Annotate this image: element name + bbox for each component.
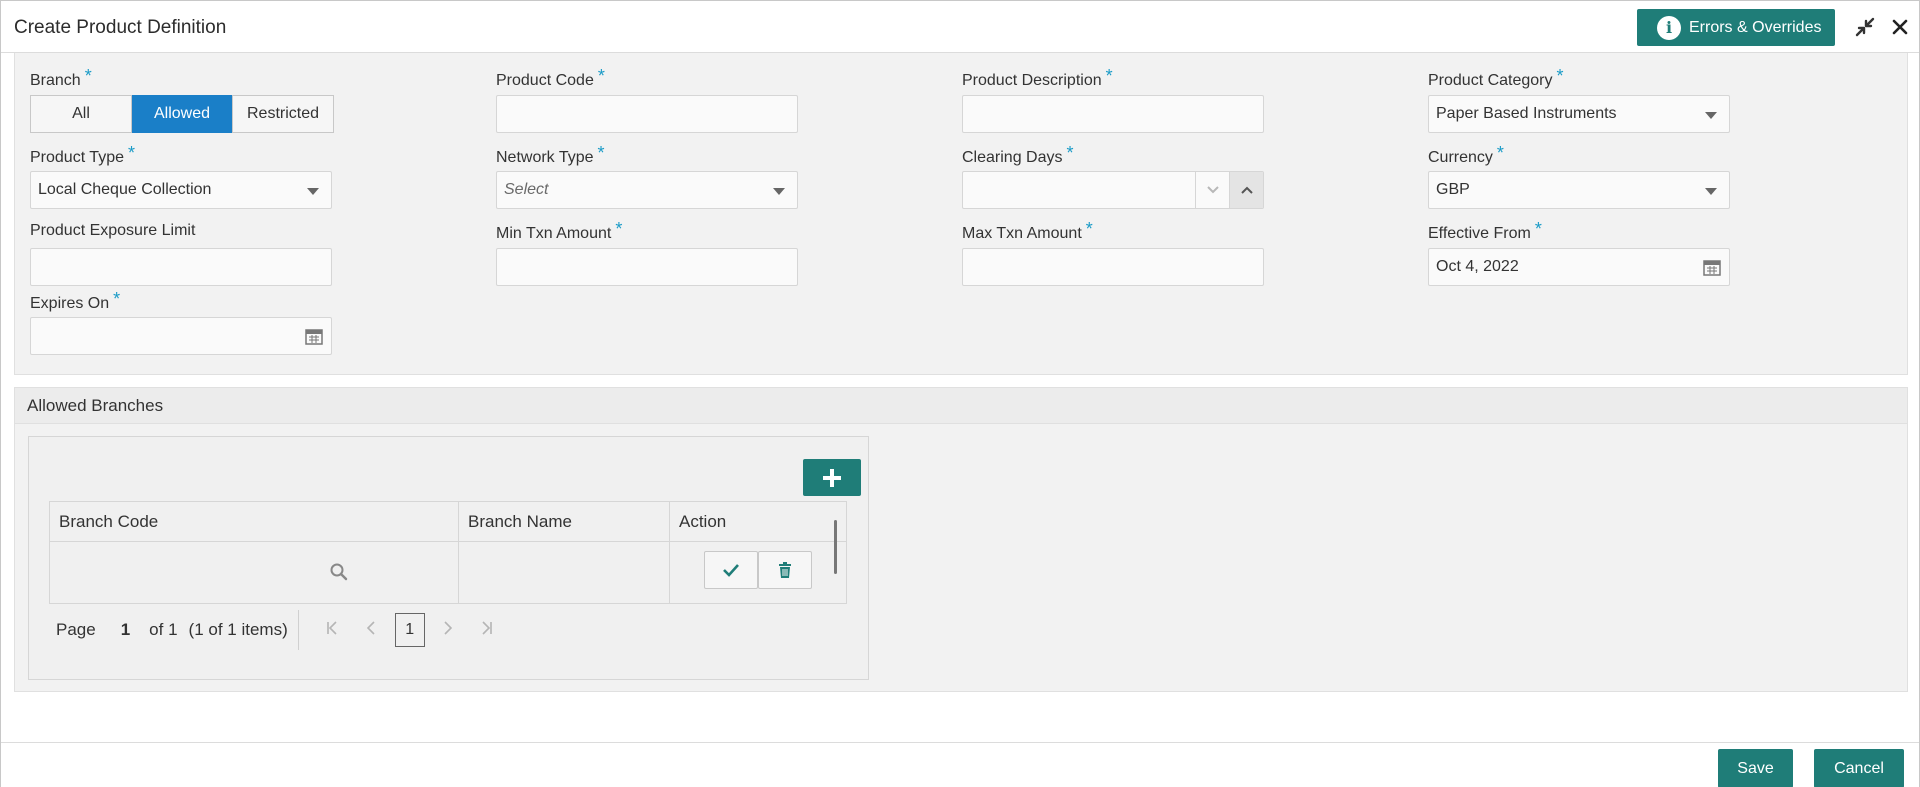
chevron-down-icon (773, 188, 785, 195)
product-category-label: Product Category * (1428, 66, 1564, 89)
decrement-icon[interactable] (1195, 172, 1229, 208)
product-details-panel: Branch * All Allowed Restricted Product C… (14, 53, 1908, 375)
allowed-branches-grid: Branch Code Branch Name Action Page 1 of… (28, 436, 869, 680)
minimize-icon[interactable] (1853, 15, 1877, 39)
branch-label: Branch * (30, 66, 92, 89)
branch-toggle: All Allowed Restricted (30, 95, 334, 133)
network-type-select[interactable]: Select (496, 171, 798, 209)
product-type-value: Local Cheque Collection (38, 181, 212, 198)
table-scrollbar[interactable] (834, 520, 837, 574)
previous-page-icon[interactable] (352, 620, 391, 640)
next-page-icon[interactable] (429, 620, 468, 640)
product-code-input[interactable] (496, 95, 798, 133)
branch-option-restricted[interactable]: Restricted (232, 95, 334, 133)
errors-overrides-button[interactable]: i Errors & Overrides (1637, 9, 1835, 46)
column-header-branch-name[interactable]: Branch Name (459, 502, 670, 542)
product-exposure-limit-label: Product Exposure Limit (30, 222, 196, 239)
chevron-down-icon (1705, 112, 1717, 119)
branch-option-allowed[interactable]: Allowed (132, 95, 232, 133)
product-type-select[interactable]: Local Cheque Collection (30, 171, 332, 209)
errors-overrides-label: Errors & Overrides (1689, 18, 1822, 36)
max-txn-amount-label: Max Txn Amount * (962, 219, 1093, 242)
product-type-label: Product Type * (30, 143, 135, 166)
items-count-label: (1 of 1 items) (188, 620, 288, 639)
column-header-branch-code[interactable]: Branch Code (50, 502, 459, 542)
expires-on-date-input[interactable] (30, 317, 332, 355)
max-txn-amount-input[interactable] (962, 248, 1264, 286)
cancel-button[interactable]: Cancel (1814, 749, 1904, 787)
plus-icon (823, 468, 841, 487)
currency-select[interactable]: GBP (1428, 171, 1730, 209)
chevron-down-icon (1705, 188, 1717, 195)
action-cell (670, 542, 846, 603)
effective-from-label: Effective From * (1428, 219, 1542, 242)
increment-icon[interactable] (1229, 172, 1263, 208)
first-page-icon[interactable] (313, 620, 352, 640)
product-category-value: Paper Based Instruments (1436, 105, 1617, 122)
page-number[interactable]: 1 (121, 620, 130, 640)
close-icon[interactable] (1888, 15, 1912, 39)
page-label: Page (56, 620, 96, 639)
window-header: Create Product Definition i Errors & Ove… (1, 1, 1919, 53)
info-icon: i (1657, 15, 1681, 40)
page-of-label: of 1 (149, 620, 178, 639)
branch-code-cell[interactable] (50, 542, 459, 603)
allowed-branches-panel: Allowed Branches Branch Code Branch Name… (14, 387, 1908, 692)
calendar-icon[interactable] (305, 327, 323, 350)
min-txn-amount-label: Min Txn Amount * (496, 219, 623, 242)
check-icon (723, 564, 739, 577)
clearing-days-label: Clearing Days * (962, 143, 1074, 166)
currency-value: GBP (1436, 181, 1470, 198)
delete-row-button[interactable] (758, 551, 812, 589)
effective-from-value: Oct 4, 2022 (1436, 258, 1519, 275)
clearing-days-stepper[interactable] (962, 171, 1264, 209)
page-title: Create Product Definition (14, 17, 227, 38)
currency-label: Currency * (1428, 143, 1504, 166)
branches-table: Branch Code Branch Name Action (49, 501, 847, 604)
add-row-button[interactable] (803, 459, 861, 496)
current-page-box[interactable]: 1 (394, 613, 425, 647)
save-button[interactable]: Save (1718, 749, 1793, 787)
chevron-down-icon (307, 188, 319, 195)
confirm-row-button[interactable] (704, 551, 758, 589)
product-category-select[interactable]: Paper Based Instruments (1428, 95, 1730, 133)
product-description-input[interactable] (962, 95, 1264, 133)
network-type-label: Network Type * (496, 143, 605, 166)
product-exposure-limit-input[interactable] (30, 248, 332, 286)
trash-icon (779, 562, 791, 578)
min-txn-amount-input[interactable] (496, 248, 798, 286)
calendar-icon[interactable] (1703, 258, 1721, 281)
branch-name-cell (459, 542, 670, 603)
pager-divider (297, 610, 299, 650)
pagination: Page 1 of 1 (1 of 1 items) 1 (56, 610, 507, 650)
dialog-footer: Save Cancel (1, 742, 1919, 787)
product-code-label: Product Code * (496, 66, 605, 89)
last-page-icon[interactable] (468, 620, 507, 640)
create-product-definition-window: Create Product Definition i Errors & Ove… (0, 0, 1920, 787)
expires-on-label: Expires On * (30, 289, 121, 312)
column-header-action: Action (670, 502, 846, 542)
branch-option-all[interactable]: All (30, 95, 132, 133)
product-description-label: Product Description * (962, 66, 1113, 89)
search-icon[interactable] (329, 562, 348, 586)
network-type-placeholder: Select (504, 181, 549, 198)
effective-from-date-input[interactable]: Oct 4, 2022 (1428, 248, 1730, 286)
allowed-branches-title: Allowed Branches (15, 388, 1907, 424)
